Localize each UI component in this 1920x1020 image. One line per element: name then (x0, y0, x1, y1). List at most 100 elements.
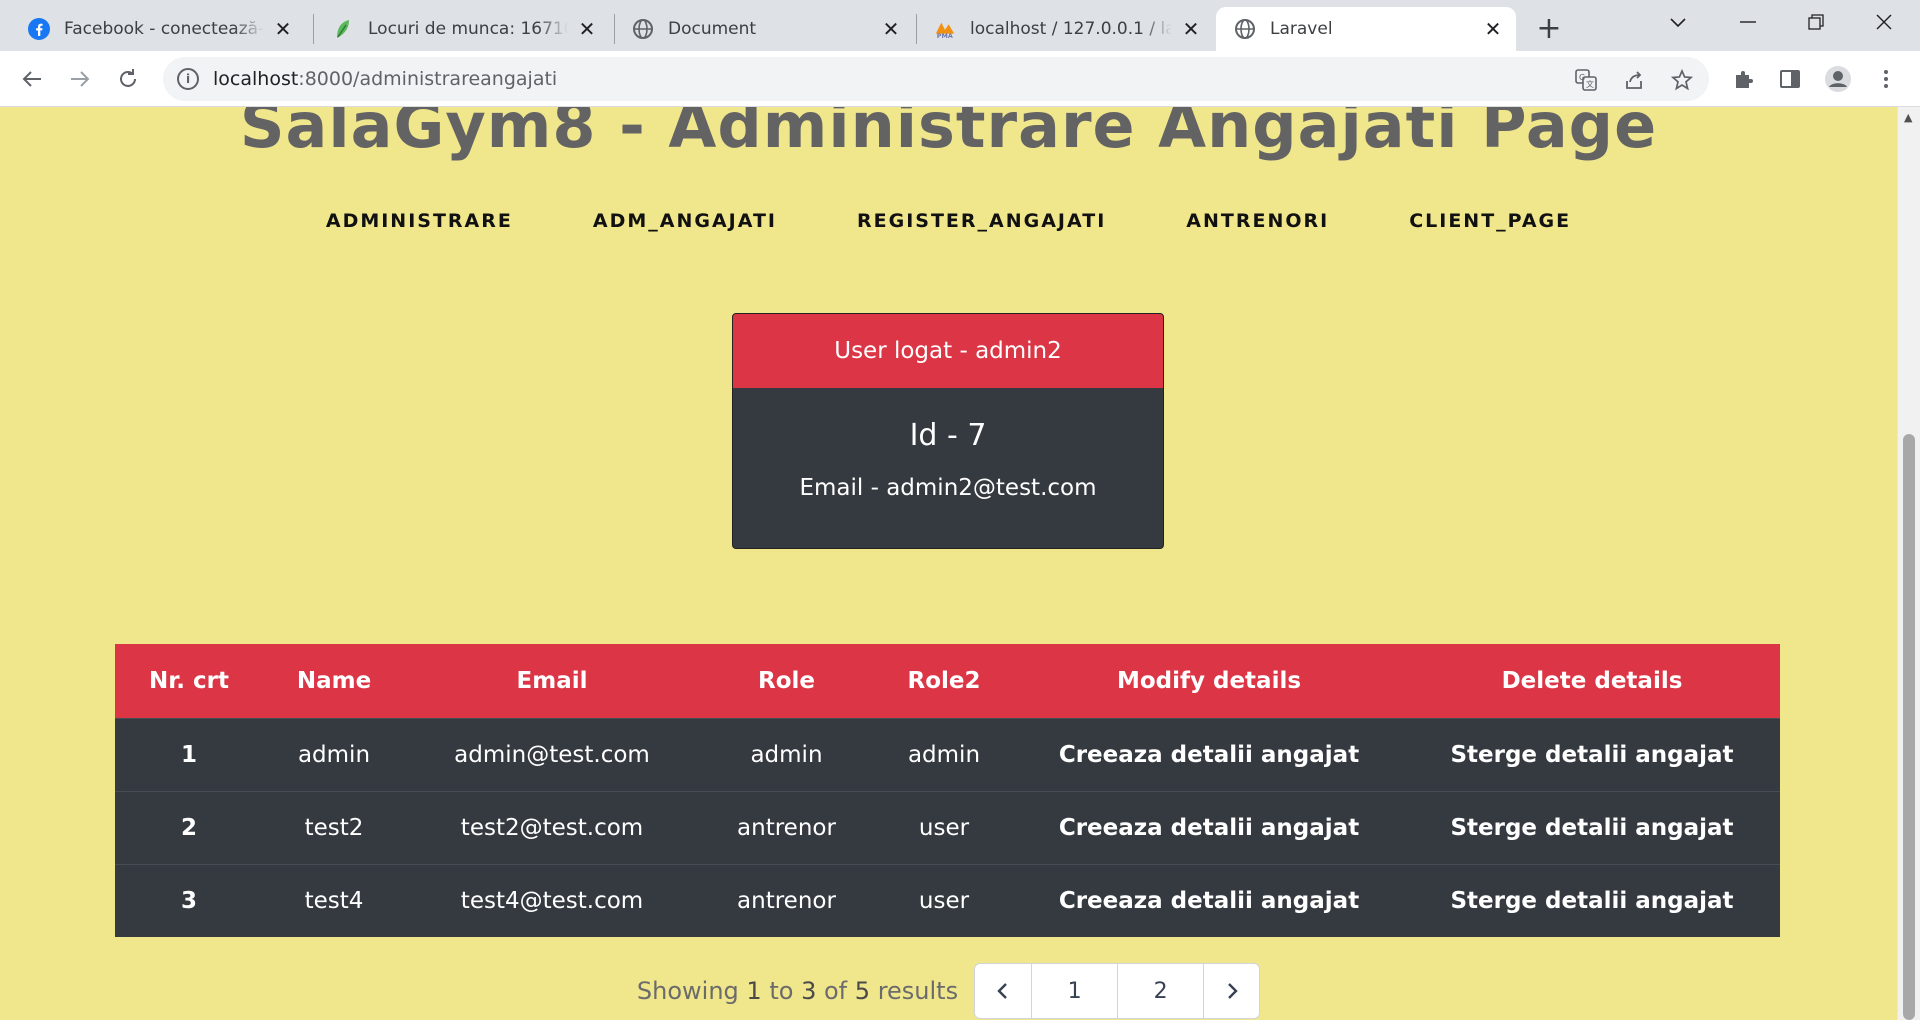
menu-item-administrare[interactable]: ADMINISTRARE (286, 210, 553, 232)
tab-laravel[interactable]: Laravel ✕ (1216, 7, 1516, 51)
chrome-menu-icon[interactable] (1868, 61, 1904, 97)
leaf-icon (332, 18, 354, 40)
tab-locuri-de-munca[interactable]: Locuri de munca: 16710 Jo ✕ (314, 7, 610, 51)
pagination-buttons: 1 2 (974, 963, 1261, 1019)
menu-item-adm-angajati[interactable]: ADM_ANGAJATI (553, 210, 817, 232)
profile-avatar-icon[interactable] (1820, 61, 1856, 97)
summary-results-word: results (877, 977, 959, 1005)
chevron-right-icon (1227, 983, 1238, 999)
summary-to: 3 (801, 977, 817, 1005)
scrollbar-thumb[interactable] (1903, 434, 1915, 1020)
create-details-link[interactable]: Creeaza detalii angajat (1059, 742, 1359, 768)
create-details-link[interactable]: Creeaza detalii angajat (1059, 888, 1359, 914)
restore-icon[interactable] (1782, 0, 1850, 44)
cell-role2: user (918, 887, 970, 914)
browser-tab-strip: Facebook - conectează-te ✕ Locuri de mun… (0, 0, 1920, 51)
phpmyadmin-icon: PMA (934, 18, 956, 40)
cell-delete: Sterge detalii angajat (1404, 718, 1780, 791)
cell-modify: Creeaza detalii angajat (1014, 718, 1404, 791)
cell-role2: user (918, 814, 970, 841)
scroll-up-arrow-icon[interactable]: ▲ (1904, 111, 1912, 124)
reload-icon[interactable] (108, 59, 148, 99)
logged-user-card: User logat - admin2 Id - 7 Email - admin… (732, 313, 1164, 549)
delete-details-link[interactable]: Sterge detalii angajat (1450, 742, 1733, 768)
url-host: localhost (213, 68, 299, 90)
delete-details-link[interactable]: Sterge detalii angajat (1450, 815, 1733, 841)
column-header: Delete details (1501, 667, 1683, 694)
globe-icon (632, 18, 654, 40)
page-viewport: SalaGym8 - Administrare Angajati Page AD… (0, 107, 1897, 1020)
globe-icon (1234, 18, 1256, 40)
cell-modify: Creeaza detalii angajat (1014, 791, 1404, 864)
cell-role: admin (750, 741, 823, 768)
side-panel-icon[interactable] (1772, 61, 1808, 97)
close-icon[interactable]: ✕ (272, 17, 294, 41)
tab-title: Document (668, 19, 872, 39)
summary-total: 5 (854, 977, 871, 1005)
cell-email: test4@test.com (460, 887, 644, 914)
close-icon[interactable]: ✕ (880, 17, 902, 41)
close-icon[interactable]: ✕ (576, 17, 598, 41)
cell-nr: 3 (180, 887, 197, 914)
forward-arrow-icon[interactable] (60, 59, 100, 99)
user-id: Id - 7 (909, 418, 987, 453)
url-text: localhost:8000/administrareangajati (213, 68, 557, 90)
column-header: Nr. crt (148, 667, 230, 694)
svg-text:文: 文 (1586, 79, 1594, 89)
new-tab-button[interactable]: + (1531, 10, 1567, 46)
cell-modify: Creeaza detalii angajat (1014, 864, 1404, 937)
minimize-icon[interactable] (1714, 0, 1782, 44)
tab-search-chevron-icon[interactable] (1644, 0, 1712, 44)
tab-title: Locuri de munca: 16710 Jo (368, 19, 568, 39)
cell-role2: admin (907, 741, 981, 768)
cell-delete: Sterge detalii angajat (1404, 791, 1780, 864)
page-title: SalaGym8 - Administrare Angajati Page (239, 107, 1658, 162)
site-info-icon[interactable]: i (177, 68, 199, 90)
tab-document[interactable]: Document ✕ (614, 7, 914, 51)
svg-text:G: G (1579, 73, 1585, 82)
page-1-button[interactable]: 1 (1031, 964, 1117, 1018)
tab-title: Facebook - conectează-te (64, 19, 264, 39)
menu-item-antrenori[interactable]: ANTRENORI (1146, 210, 1369, 232)
next-page-button[interactable] (1203, 964, 1259, 1018)
cell-role: antrenor (737, 814, 836, 841)
back-arrow-icon[interactable] (12, 59, 52, 99)
column-header: Role (758, 667, 815, 694)
table-row: 2 test2 test2@test.com antrenor user Cre… (115, 791, 1780, 864)
create-details-link[interactable]: Creeaza detalii angajat (1059, 815, 1359, 841)
translate-icon[interactable]: G文 (1571, 65, 1601, 95)
close-icon[interactable]: ✕ (1180, 17, 1202, 41)
address-bar[interactable]: i localhost:8000/administrareangajati G文 (163, 57, 1709, 101)
page-2-button[interactable]: 2 (1117, 964, 1203, 1018)
main-menu: ADMINISTRARE ADM_ANGAJATI REGISTER_ANGAJ… (0, 210, 1897, 232)
facebook-icon (28, 18, 50, 40)
window-close-icon[interactable] (1850, 0, 1918, 44)
bookmark-star-icon[interactable] (1667, 65, 1697, 95)
column-header: Name (296, 667, 372, 694)
column-header: Email (516, 667, 588, 694)
table-row: 1 admin admin@test.com admin admin Creea… (115, 718, 1780, 791)
cell-delete: Sterge detalii angajat (1404, 864, 1780, 937)
cell-name: test2 (304, 814, 364, 841)
close-icon[interactable]: ✕ (1482, 17, 1504, 41)
column-header: Modify details (1116, 667, 1302, 694)
chevron-left-icon (997, 983, 1007, 999)
share-icon[interactable] (1619, 65, 1649, 95)
user-email: Email - admin2@test.com (799, 475, 1097, 501)
table-header-row: Nr. crt Name Email Role Role2 Modify det… (115, 644, 1780, 718)
cell-email: test2@test.com (460, 814, 644, 841)
svg-text:PMA: PMA (937, 32, 953, 40)
tab-facebook[interactable]: Facebook - conectează-te ✕ (10, 7, 306, 51)
delete-details-link[interactable]: Sterge detalii angajat (1450, 888, 1733, 914)
previous-page-button[interactable] (975, 964, 1031, 1018)
cell-nr: 2 (180, 814, 197, 841)
cell-name: admin (297, 741, 371, 768)
vertical-scrollbar[interactable]: ▲ (1897, 107, 1920, 1020)
tab-phpmyadmin[interactable]: PMA localhost / 127.0.0.1 / lara ✕ (916, 7, 1214, 51)
pagination-summary: Showing 1 to 3 of 5 results (637, 977, 958, 1005)
cell-nr: 1 (180, 741, 197, 768)
extensions-puzzle-icon[interactable] (1726, 61, 1762, 97)
menu-item-client-page[interactable]: CLIENT_PAGE (1369, 210, 1611, 232)
summary-from: 1 (746, 977, 762, 1005)
menu-item-register-angajati[interactable]: REGISTER_ANGAJATI (817, 210, 1146, 232)
